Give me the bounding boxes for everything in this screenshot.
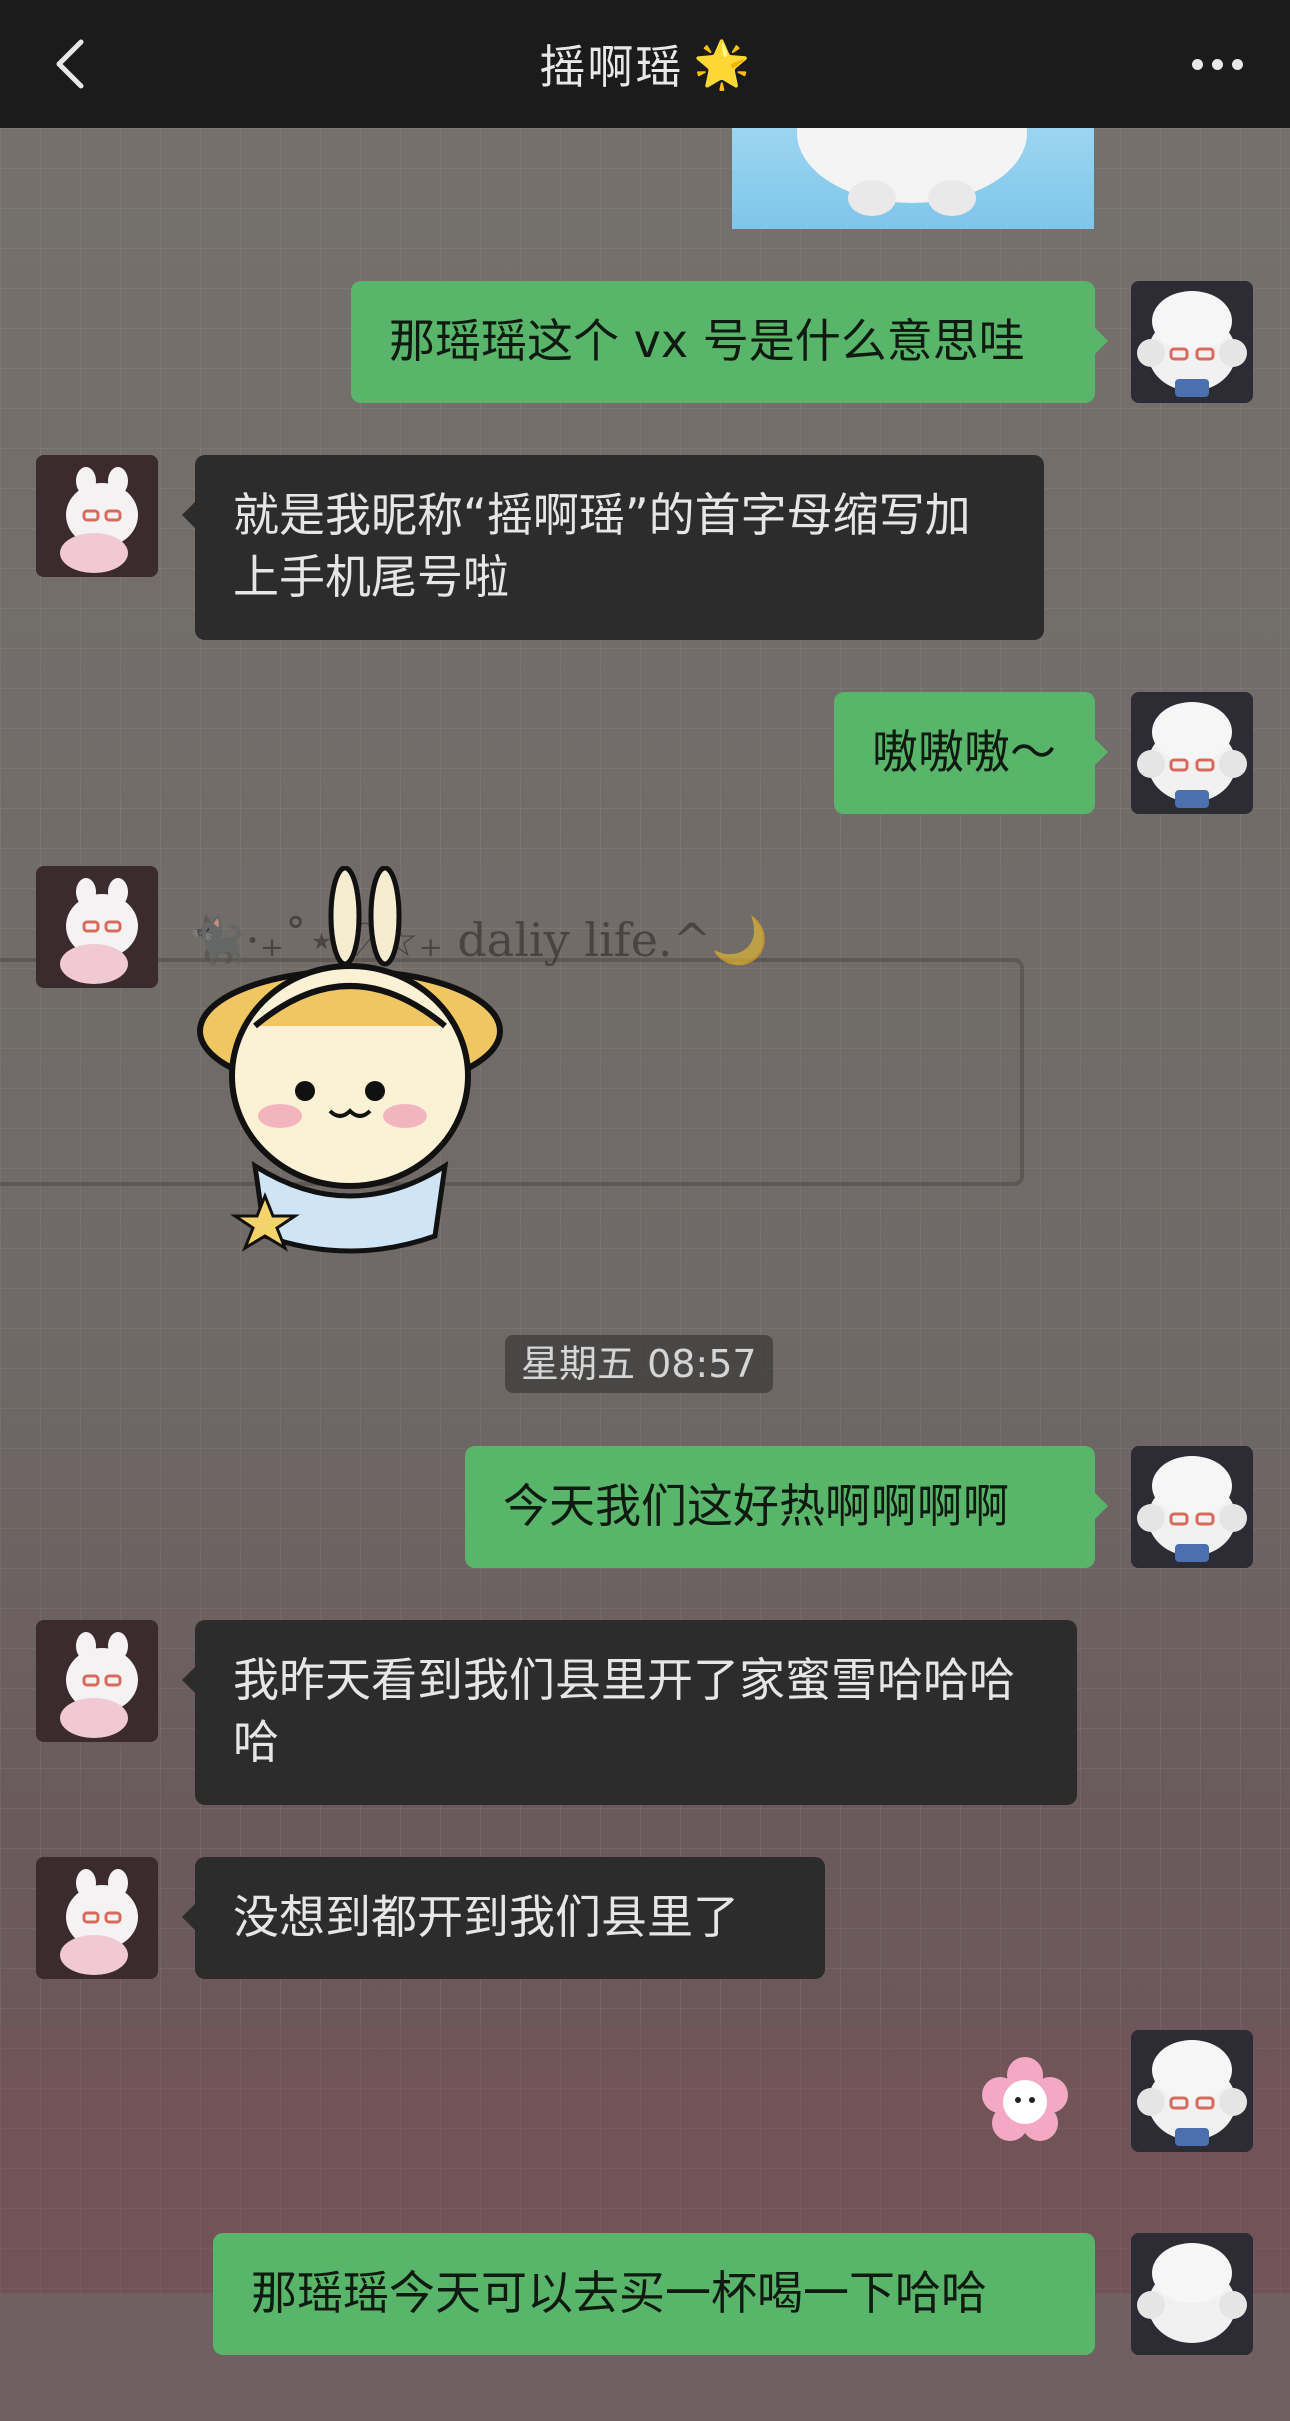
bunny-headphones-avatar — [1131, 692, 1253, 814]
pink-flower-sticker-graphic — [982, 2057, 1068, 2141]
back-button[interactable] — [40, 34, 100, 94]
message-bubble-outgoing[interactable]: 那瑶瑶今天可以去买一杯喝一下哈哈 — [213, 2233, 1095, 2355]
message-bubble-outgoing[interactable]: 那瑶瑶这个 vx 号是什么意思哇 — [351, 281, 1108, 403]
bunny-headphones-avatar — [1131, 2030, 1253, 2152]
message-bubble-incoming[interactable]: 我昨天看到我们县里开了家蜜雪哈哈哈哈 — [182, 1620, 1077, 1805]
pink-flower-sticker[interactable] — [980, 2055, 1070, 2145]
message-bubble-outgoing[interactable]: 今天我们这好热啊啊啊啊 — [465, 1446, 1108, 1568]
image-thumbnail — [797, 128, 1027, 216]
my-avatar[interactable] — [1131, 281, 1253, 403]
message-bubble-incoming[interactable]: 没想到都开到我们县里了 — [182, 1857, 825, 1979]
bunny-avatar — [36, 1620, 158, 1742]
bunny-avatar — [36, 455, 158, 577]
more-dots-icon — [1191, 58, 1203, 70]
more-dots-icon-dot — [1231, 58, 1243, 70]
wallpaper-floor-doodle — [0, 2028, 1290, 2421]
chat-title: 摇啊瑶 🌟 — [539, 31, 750, 97]
bunny-headphones-avatar — [1131, 281, 1253, 403]
message-bubble-incoming[interactable]: 就是我昵称“摇啊瑶”的首字母缩写加上手机尾号啦 — [182, 455, 1044, 640]
timestamp-divider: 星期五 08:57 — [505, 1335, 773, 1393]
chat-header: 摇啊瑶 🌟 — [0, 0, 1290, 128]
bunny-hat-sticker[interactable] — [195, 865, 505, 1261]
my-avatar[interactable] — [1131, 2030, 1253, 2152]
contact-avatar[interactable] — [36, 866, 158, 988]
bunny-headphones-avatar — [1131, 2233, 1253, 2355]
more-dots-icon-dot — [1211, 58, 1223, 70]
my-avatar[interactable] — [1131, 692, 1253, 814]
star-emoji: 🌟 — [693, 36, 751, 91]
wallpaper-shelf-doodle — [0, 958, 1024, 1186]
my-avatar[interactable] — [1131, 1446, 1253, 1568]
my-avatar[interactable] — [1131, 2233, 1253, 2355]
chevron-left-icon — [56, 39, 84, 89]
bunny-hat-sticker-graphic — [197, 865, 503, 1254]
contact-avatar[interactable] — [36, 455, 158, 577]
bunny-headphones-avatar — [1131, 1446, 1253, 1568]
more-options-button[interactable] — [1182, 34, 1252, 94]
bunny-avatar — [36, 1857, 158, 1979]
message-bubble-outgoing[interactable]: 嗷嗷嗷～ — [834, 692, 1108, 814]
bunny-avatar — [36, 866, 158, 988]
contact-avatar[interactable] — [36, 1620, 158, 1742]
image-message[interactable] — [732, 128, 1094, 229]
contact-avatar[interactable] — [36, 1857, 158, 1979]
contact-name: 摇啊瑶 — [539, 40, 684, 94]
